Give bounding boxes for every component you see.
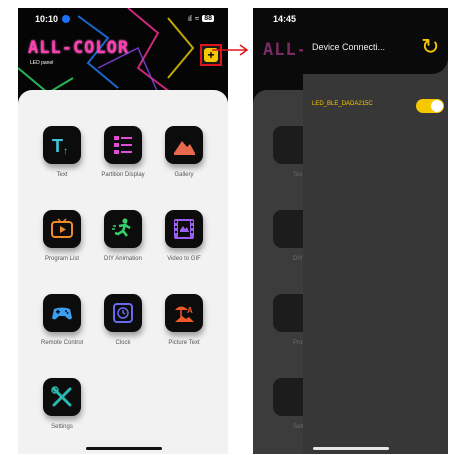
app-picture-text[interactable]: A Picture Text — [153, 294, 215, 346]
app-label: Program List — [44, 256, 79, 262]
clock-icon — [113, 303, 133, 323]
signal-icon: ıl — [187, 14, 192, 23]
video-gif-icon — [174, 219, 194, 239]
toggle-knob — [431, 100, 443, 112]
callout-arrow-icon — [212, 44, 249, 56]
app-grid: T ↑ Text Partition Display Gallery Progr… — [18, 90, 228, 454]
battery-icon: 88 — [202, 15, 214, 22]
brand-subtitle: LED panel — [30, 60, 54, 66]
app-label: Gallery — [174, 172, 194, 178]
diy-animation-icon — [112, 218, 131, 237]
brand-logo-text: ALL-COLOR — [28, 38, 130, 58]
app-label: Clock — [115, 340, 131, 346]
app-label: Settings — [51, 424, 73, 430]
home-indicator[interactable] — [313, 447, 389, 450]
app-label: Partition Display — [101, 172, 145, 178]
app-remote-control[interactable]: Remote Control — [31, 294, 93, 346]
device-connection-panel: Device Connecti... ↻ LED_BLE_DADA215C — [303, 8, 448, 454]
app-program-list[interactable]: Program List — [31, 210, 93, 262]
home-indicator[interactable] — [86, 447, 162, 450]
app-label: Video to GIF — [167, 256, 201, 262]
app-clock[interactable]: Clock — [92, 294, 154, 346]
svg-text:T: T — [52, 136, 63, 156]
text-icon: T ↑ — [52, 136, 68, 157]
app-diy-animation[interactable]: DIY Animation — [92, 210, 154, 262]
device-connection-screen: 14:45 ıl ≈ 79 ALL-CO Tex DIY A Prog Sett… — [253, 8, 448, 454]
svg-text:↑: ↑ — [63, 146, 68, 157]
settings-icon — [51, 386, 72, 407]
app-label: Picture Text — [168, 340, 200, 346]
device-name: LED_BLE_DADA215C — [312, 101, 373, 107]
app-label: Remote Control — [40, 340, 84, 346]
program-list-icon — [51, 218, 73, 238]
panel-title: Device Connecti... — [312, 42, 386, 52]
device-list-item[interactable]: LED_BLE_DADA215C — [312, 99, 444, 113]
app-video-to-gif[interactable]: Video to GIF — [153, 210, 215, 262]
gamepad-icon — [52, 307, 72, 320]
app-header: 10:10 ıl ≈ 88 ALL-COLOR LED panel + — [18, 8, 228, 103]
app-settings[interactable]: Settings — [31, 378, 93, 430]
svg-text:A: A — [187, 306, 193, 315]
location-dot-icon — [62, 15, 70, 23]
connection-toggle[interactable] — [416, 99, 444, 113]
partition-icon — [114, 136, 132, 154]
dimmed-label: Tex — [293, 172, 303, 178]
app-label: DIY Animation — [104, 256, 142, 262]
wifi-icon: ≈ — [194, 14, 200, 23]
status-bar: 10:10 ıl ≈ 88 — [18, 13, 228, 27]
app-label: Text — [56, 172, 68, 178]
panel-header: Device Connecti... ↻ — [303, 8, 448, 74]
app-home-screen: 10:10 ıl ≈ 88 ALL-COLOR LED panel + T ↑ … — [18, 8, 228, 454]
refresh-icon[interactable]: ↻ — [421, 36, 439, 58]
app-partition-display[interactable]: Partition Display — [92, 126, 154, 178]
picture-text-icon: A — [175, 306, 194, 322]
status-time: 14:45 — [273, 14, 297, 24]
gallery-icon — [174, 141, 195, 155]
app-gallery[interactable]: Gallery — [153, 126, 215, 178]
app-text[interactable]: T ↑ Text — [31, 126, 93, 178]
status-time: 10:10 — [35, 14, 59, 24]
